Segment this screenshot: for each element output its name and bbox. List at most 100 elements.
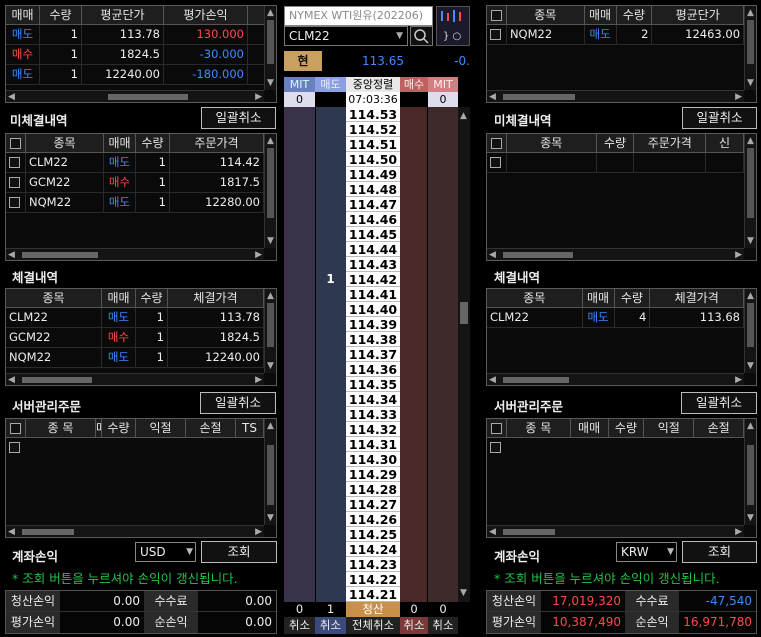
horizontal-scrollbar[interactable]: ◀ ▶ <box>487 90 744 102</box>
buy-column[interactable] <box>400 107 428 602</box>
right-currency-select[interactable]: KRW ▼ <box>616 542 677 562</box>
ladder-price-cell[interactable]: 114.52 <box>346 122 400 137</box>
ladder-price-cell[interactable]: 114.38 <box>346 332 400 347</box>
vertical-scrollbar[interactable]: ▲ ▼ <box>264 289 276 373</box>
horizontal-scrollbar[interactable]: ◀ ▶ <box>6 525 264 537</box>
ladder-price-cell[interactable]: 114.40 <box>346 302 400 317</box>
ladder-price-cell[interactable]: 114.46 <box>346 212 400 227</box>
row-checkbox[interactable] <box>487 25 507 44</box>
cancel-buy-button[interactable]: 취소 <box>400 617 428 634</box>
liquidate-button[interactable]: 청산 <box>346 602 400 617</box>
chart-icon[interactable]: } ○ <box>436 6 470 46</box>
table-row[interactable]: 매수 1 1824.5 -30.000 <box>6 45 264 65</box>
select-all-checkbox[interactable] <box>487 6 507 24</box>
ladder-price-cell[interactable]: 114.36 <box>346 362 400 377</box>
left-currency-select[interactable]: USD ▼ <box>135 542 196 562</box>
ladder-scrollbar[interactable]: ▲ ▼ <box>458 107 470 602</box>
ladder-price-cell[interactable]: 114.22 <box>346 572 400 587</box>
ladder-price-cell[interactable]: 114.47 <box>346 197 400 212</box>
mit-buy-column[interactable] <box>428 107 458 602</box>
select-all-checkbox[interactable] <box>487 419 507 437</box>
row-checkbox[interactable] <box>6 153 26 172</box>
vertical-scrollbar[interactable]: ▲ ▼ <box>744 419 756 525</box>
select-all-checkbox[interactable] <box>487 134 507 152</box>
table-row[interactable]: NQM22 매도 1 12280.00 <box>6 193 264 213</box>
ladder-price-cell[interactable]: 114.50 <box>346 152 400 167</box>
left-query-button[interactable]: 조회 <box>201 541 277 563</box>
vertical-scrollbar[interactable]: ▲ ▼ <box>744 6 756 90</box>
ladder-price-cell[interactable]: 114.39 <box>346 317 400 332</box>
ladder-price-cell[interactable]: 114.35 <box>346 377 400 392</box>
row-checkbox[interactable] <box>6 173 26 192</box>
ladder-price-cell[interactable]: 114.32 <box>346 422 400 437</box>
row-checkbox[interactable] <box>6 438 26 458</box>
ladder-price-cell[interactable]: 114.51 <box>346 137 400 152</box>
vertical-scrollbar[interactable]: ▲ ▼ <box>744 289 756 373</box>
ladder-price-cell[interactable]: 114.31 <box>346 437 400 452</box>
ladder-price-cell[interactable]: 114.34 <box>346 392 400 407</box>
ladder-price-cell[interactable]: 114.42 <box>346 272 400 287</box>
ladder-price-cell[interactable]: 114.25 <box>346 527 400 542</box>
left-unfilled-cancel-all-button[interactable]: 일괄취소 <box>201 107 276 129</box>
table-row[interactable]: NQM22 매도 2 12463.00 <box>487 25 745 45</box>
table-row[interactable]: CLM22 매도 4 113.68 <box>487 308 744 328</box>
table-row[interactable] <box>487 153 744 173</box>
right-query-button[interactable]: 조회 <box>682 541 757 563</box>
right-server-cancel-all-button[interactable]: 일괄취소 <box>681 392 757 414</box>
ladder-price-cell[interactable]: 114.49 <box>346 167 400 182</box>
horizontal-scrollbar[interactable]: ◀ ▶ <box>6 248 264 260</box>
center-align-button[interactable]: 중앙정렬 <box>346 77 400 92</box>
sell-column[interactable] <box>315 107 346 602</box>
horizontal-scrollbar[interactable]: ◀ ▶ <box>487 525 744 537</box>
ladder-price-cell[interactable]: 114.27 <box>346 497 400 512</box>
search-button[interactable] <box>410 26 433 46</box>
cancel-sell-button[interactable]: 취소 <box>315 617 346 634</box>
ladder-price-cell[interactable]: 114.43 <box>346 257 400 272</box>
table-row[interactable]: GCM22 매수 1 1817.5 <box>6 173 264 193</box>
ladder-price-cell[interactable]: 114.24 <box>346 542 400 557</box>
select-all-checkbox[interactable] <box>6 419 26 437</box>
cancel-all-button[interactable]: 전체취소 <box>346 617 400 634</box>
mit-sell-column[interactable] <box>284 107 315 602</box>
table-row[interactable]: GCM22 매수 1 1824.5 <box>6 328 264 348</box>
table-row[interactable]: CLM22 매도 1 113.78 <box>6 308 264 328</box>
ladder-price-cell[interactable]: 114.26 <box>346 512 400 527</box>
select-all-checkbox[interactable] <box>6 134 26 152</box>
ladder-price-cell[interactable]: 114.45 <box>346 227 400 242</box>
ladder-price-cell[interactable]: 114.21 <box>346 587 400 602</box>
horizontal-scrollbar[interactable]: ◀ ▶ <box>487 248 744 260</box>
ladder-price-cell[interactable]: 114.41 <box>346 287 400 302</box>
ladder-price-cell[interactable]: 114.37 <box>346 347 400 362</box>
sell-order-qty[interactable]: 1 <box>315 272 346 287</box>
ladder-price-cell[interactable]: 114.28 <box>346 482 400 497</box>
row-checkbox[interactable] <box>487 438 507 458</box>
code-select[interactable]: CLM22 ▼ <box>284 26 408 46</box>
ladder-price-cell[interactable]: 114.30 <box>346 452 400 467</box>
left-server-cancel-all-button[interactable]: 일괄취소 <box>200 392 276 414</box>
vertical-scrollbar[interactable]: ▲ ▼ <box>264 419 276 525</box>
table-row[interactable]: 매도 1 113.78 130.000 <box>6 25 264 45</box>
table-row[interactable]: NQM22 매도 1 12240.00 <box>6 348 264 368</box>
cancel-mit-buy-button[interactable]: 취소 <box>428 617 458 634</box>
vertical-scrollbar[interactable]: ▲ ▼ <box>264 6 276 90</box>
right-unfilled-cancel-all-button[interactable]: 일괄취소 <box>682 107 757 129</box>
horizontal-scrollbar[interactable]: ◀ ▶ <box>6 373 264 385</box>
vertical-scrollbar[interactable]: ▲ ▼ <box>744 134 756 248</box>
row-checkbox[interactable] <box>6 193 26 212</box>
horizontal-scrollbar[interactable]: ◀ ▶ <box>6 90 264 102</box>
table-row[interactable]: 매도 1 12240.00 -180.000 <box>6 65 264 85</box>
table-row[interactable] <box>6 438 264 458</box>
table-row[interactable] <box>487 438 744 458</box>
ladder-price-cell[interactable]: 114.23 <box>346 557 400 572</box>
ladder-price-cell[interactable]: 114.33 <box>346 407 400 422</box>
table-row[interactable]: CLM22 매도 1 114.42 <box>6 153 264 173</box>
ladder-price-cell[interactable]: 114.44 <box>346 242 400 257</box>
ladder-price-cell[interactable]: 114.29 <box>346 467 400 482</box>
cancel-mit-sell-button[interactable]: 취소 <box>284 617 315 634</box>
ladder-price-cell[interactable]: 114.53 <box>346 107 400 122</box>
instrument-name-box[interactable]: NYMEX WTI원유(202206) <box>284 6 433 26</box>
ladder-price-cell[interactable]: 114.48 <box>346 182 400 197</box>
row-checkbox[interactable] <box>487 153 507 172</box>
horizontal-scrollbar[interactable]: ◀ ▶ <box>487 373 744 385</box>
vertical-scrollbar[interactable]: ▲ ▼ <box>264 134 276 248</box>
